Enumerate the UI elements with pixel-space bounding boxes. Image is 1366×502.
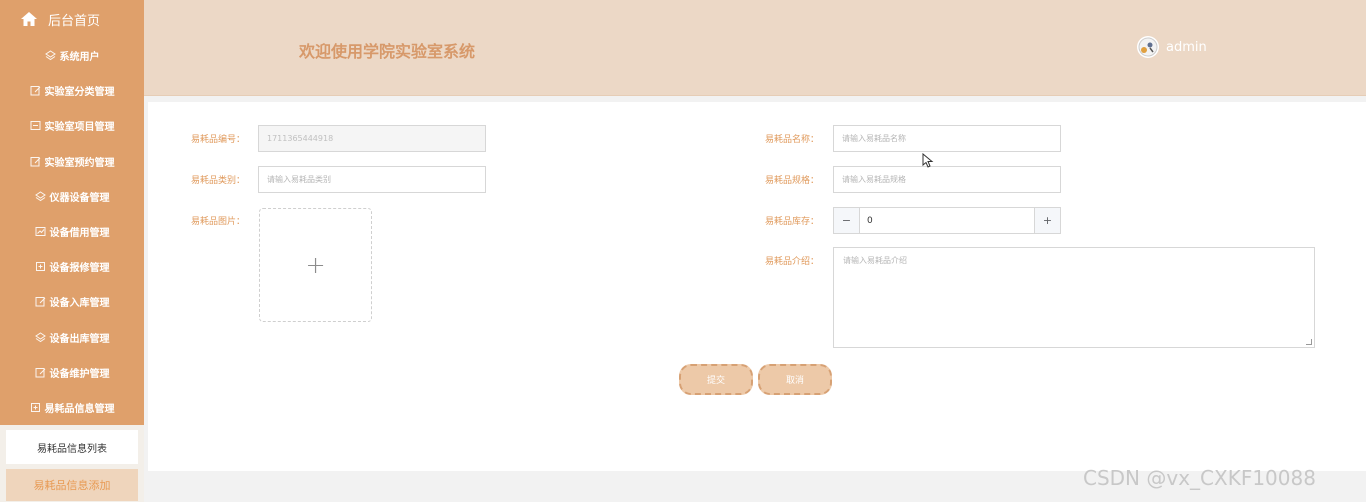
stock-value-input[interactable]: 0 bbox=[860, 208, 1034, 233]
stock-increment-button[interactable]: + bbox=[1034, 208, 1060, 233]
sidebar-item-borrow[interactable]: 设备借用管理 bbox=[0, 214, 144, 249]
page-title: 欢迎使用学院实验室系统 bbox=[299, 42, 476, 61]
submenu-consumables-list[interactable]: 易耗品信息列表 bbox=[6, 430, 138, 465]
sidebar-item-consumables[interactable]: 易耗品信息管理 bbox=[0, 390, 144, 425]
watermark: CSDN @vx_CXKF10088 bbox=[1083, 466, 1316, 490]
plus-icon: + bbox=[305, 251, 326, 279]
edit-icon bbox=[35, 367, 46, 378]
app-root: 后台首页 系统用户 实验室分类管理 实验室项目管理 实验室预约管理 仪器设备管理… bbox=[0, 0, 1366, 502]
intro-textarea[interactable]: 请输入易耗品介绍 bbox=[833, 247, 1315, 348]
sidebar-item-label: 实验室项目管理 bbox=[44, 122, 115, 134]
sidebar-item-lab-booking[interactable]: 实验室预约管理 bbox=[0, 144, 144, 179]
resize-handle-icon[interactable] bbox=[1306, 339, 1312, 345]
stock-decrement-button[interactable]: − bbox=[834, 208, 860, 233]
image-label: 易耗品图片： bbox=[191, 217, 246, 227]
stock-label: 易耗品库存： bbox=[765, 217, 820, 227]
username: admin bbox=[1166, 39, 1207, 55]
edit-icon bbox=[30, 156, 41, 167]
sidebar-item-label: 设备报修管理 bbox=[49, 263, 110, 275]
avatar bbox=[1137, 36, 1159, 58]
sidebar-item-repair[interactable]: 设备报修管理 bbox=[0, 249, 144, 284]
layers-icon bbox=[44, 50, 56, 61]
sidebar-home-label: 后台首页 bbox=[48, 13, 101, 29]
spec-input[interactable]: 请输入易耗品规格 bbox=[833, 166, 1061, 193]
sidebar-item-label: 实验室预约管理 bbox=[44, 157, 115, 169]
sidebar-item-label: 设备入库管理 bbox=[49, 298, 110, 310]
sidebar-item-stock-out[interactable]: 设备出库管理 bbox=[0, 320, 144, 355]
name-input[interactable]: 请输入易耗品名称 bbox=[833, 125, 1061, 152]
main-content: 易耗品编号： 1711365444918 易耗品名称： 请输入易耗品名称 易耗品… bbox=[148, 102, 1366, 471]
category-input[interactable]: 请输入易耗品类别 bbox=[258, 166, 486, 193]
sidebar: 后台首页 系统用户 实验室分类管理 实验室项目管理 实验室预约管理 仪器设备管理… bbox=[0, 0, 144, 502]
sidebar-item-label: 设备维护管理 bbox=[49, 368, 110, 380]
code-label: 易耗品编号： bbox=[191, 135, 246, 145]
list-icon bbox=[30, 120, 41, 131]
sidebar-item-label: 设备出库管理 bbox=[49, 333, 110, 345]
layers-icon bbox=[34, 191, 46, 202]
sidebar-submenu: 易耗品信息列表 易耗品信息添加 bbox=[0, 425, 144, 502]
intro-placeholder: 请输入易耗品介绍 bbox=[843, 256, 907, 265]
sidebar-item-label: 易耗品信息管理 bbox=[44, 403, 115, 415]
sidebar-item-lab-category[interactable]: 实验室分类管理 bbox=[0, 73, 144, 108]
layers-icon bbox=[34, 331, 46, 343]
sidebar-item-home[interactable]: 后台首页 bbox=[0, 0, 144, 38]
edit-icon bbox=[35, 296, 46, 307]
category-label: 易耗品类别： bbox=[191, 176, 246, 186]
user-menu[interactable]: admin bbox=[1137, 36, 1207, 58]
submenu-consumables-add[interactable]: 易耗品信息添加 bbox=[6, 469, 138, 502]
home-icon bbox=[20, 10, 38, 28]
stock-stepper: − 0 + bbox=[833, 207, 1061, 234]
edit-icon bbox=[30, 85, 41, 96]
chart-icon bbox=[35, 226, 46, 237]
sidebar-item-instrument[interactable]: 仪器设备管理 bbox=[0, 179, 144, 214]
doc-icon bbox=[30, 402, 41, 413]
mouse-cursor-icon bbox=[922, 153, 934, 168]
sidebar-item-stock-in[interactable]: 设备入库管理 bbox=[0, 284, 144, 319]
intro-label: 易耗品介绍： bbox=[765, 257, 820, 267]
sidebar-item-label: 系统用户 bbox=[59, 52, 100, 64]
sidebar-item-label: 实验室分类管理 bbox=[44, 87, 115, 99]
avatar-icon bbox=[1138, 37, 1158, 57]
sidebar-item-label: 仪器设备管理 bbox=[49, 192, 110, 204]
sidebar-item-system-users[interactable]: 系统用户 bbox=[0, 38, 144, 73]
spec-label: 易耗品规格： bbox=[765, 176, 820, 186]
doc-icon bbox=[35, 261, 46, 272]
submit-button[interactable]: 提交 bbox=[679, 364, 753, 395]
sidebar-item-maintenance[interactable]: 设备维护管理 bbox=[0, 355, 144, 390]
name-label: 易耗品名称： bbox=[765, 135, 820, 145]
top-header: 欢迎使用学院实验室系统 admin bbox=[144, 0, 1366, 96]
cancel-button[interactable]: 取消 bbox=[758, 364, 832, 395]
sidebar-item-label: 设备借用管理 bbox=[49, 228, 110, 240]
image-upload[interactable]: + bbox=[259, 208, 372, 322]
code-field: 1711365444918 bbox=[258, 125, 486, 152]
sidebar-item-lab-project[interactable]: 实验室项目管理 bbox=[0, 108, 144, 143]
